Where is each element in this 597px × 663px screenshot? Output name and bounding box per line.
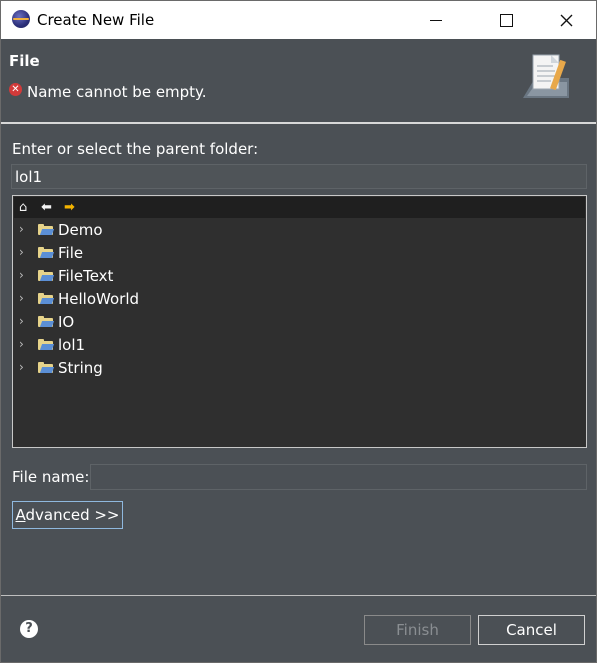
advanced-label: dvanced >> — [25, 506, 120, 524]
new-file-banner-icon — [523, 54, 569, 98]
project-folder-icon — [38, 362, 55, 373]
tree-item-string[interactable]: › String — [13, 357, 585, 380]
error-icon: ✕ — [9, 83, 22, 96]
folder-tree[interactable]: ⌂ ⬅ ➡ › Demo › File › FileText › HelloWo… — [12, 195, 587, 448]
tree-item-label: FileText — [58, 267, 114, 285]
parent-folder-label: Enter or select the parent folder: — [12, 140, 259, 158]
help-icon[interactable]: ? — [20, 620, 38, 638]
tree-item-filetext[interactable]: › FileText — [13, 265, 585, 288]
back-arrow-icon[interactable]: ⬅ — [41, 200, 52, 215]
create-new-file-dialog: Create New File File ✕ Name cannot be em… — [0, 0, 597, 663]
project-folder-icon — [38, 224, 55, 235]
chevron-right-icon[interactable]: › — [19, 337, 24, 351]
minimize-button[interactable] — [413, 1, 459, 39]
maximize-button[interactable] — [483, 1, 529, 39]
project-folder-icon — [38, 293, 55, 304]
finish-button[interactable]: Finish — [364, 615, 471, 645]
window-title: Create New File — [37, 11, 155, 29]
advanced-mnemonic: A — [15, 506, 26, 524]
chevron-right-icon[interactable]: › — [19, 314, 24, 328]
chevron-right-icon[interactable]: › — [19, 222, 24, 236]
tree-item-label: String — [58, 359, 103, 377]
tree-item-label: File — [58, 244, 84, 262]
project-folder-icon — [38, 270, 55, 281]
tree-item-io[interactable]: › IO — [13, 311, 585, 334]
tree-item-label: HelloWorld — [58, 290, 140, 308]
tree-item-file[interactable]: › File — [13, 242, 585, 265]
tree-item-demo[interactable]: › Demo — [13, 219, 585, 242]
cancel-button[interactable]: Cancel — [478, 615, 585, 645]
wizard-header — [1, 39, 596, 123]
advanced-button[interactable]: Advanced >> — [12, 501, 123, 529]
tree-item-label: Demo — [58, 221, 103, 239]
tree-item-label: IO — [58, 313, 75, 331]
tree-item-lol1[interactable]: › lol1 — [13, 334, 585, 357]
file-name-label: File name: — [12, 468, 90, 486]
file-name-input[interactable] — [90, 464, 587, 490]
page-title: File — [9, 52, 40, 70]
close-icon — [560, 14, 572, 26]
tree-list: › Demo › File › FileText › HelloWorld › — [13, 219, 585, 380]
title-bar[interactable]: Create New File — [1, 1, 596, 39]
parent-folder-input[interactable] — [11, 164, 587, 189]
error-message: Name cannot be empty. — [27, 83, 207, 101]
eclipse-icon — [12, 10, 30, 28]
chevron-right-icon[interactable]: › — [19, 360, 24, 374]
close-button[interactable] — [543, 1, 589, 39]
maximize-icon — [499, 13, 513, 27]
project-folder-icon — [38, 247, 55, 258]
chevron-right-icon[interactable]: › — [19, 291, 24, 305]
chevron-right-icon[interactable]: › — [19, 268, 24, 282]
project-folder-icon — [38, 316, 55, 327]
header-separator — [1, 122, 596, 124]
forward-arrow-icon[interactable]: ➡ — [64, 200, 75, 215]
project-folder-icon — [38, 339, 55, 350]
tree-item-helloworld[interactable]: › HelloWorld — [13, 288, 585, 311]
footer-separator — [1, 595, 596, 596]
tree-toolbar: ⌂ ⬅ ➡ — [14, 197, 585, 218]
home-icon[interactable]: ⌂ — [19, 200, 27, 215]
chevron-right-icon[interactable]: › — [19, 245, 24, 259]
minimize-icon — [430, 19, 442, 21]
tree-item-label: lol1 — [58, 336, 86, 354]
